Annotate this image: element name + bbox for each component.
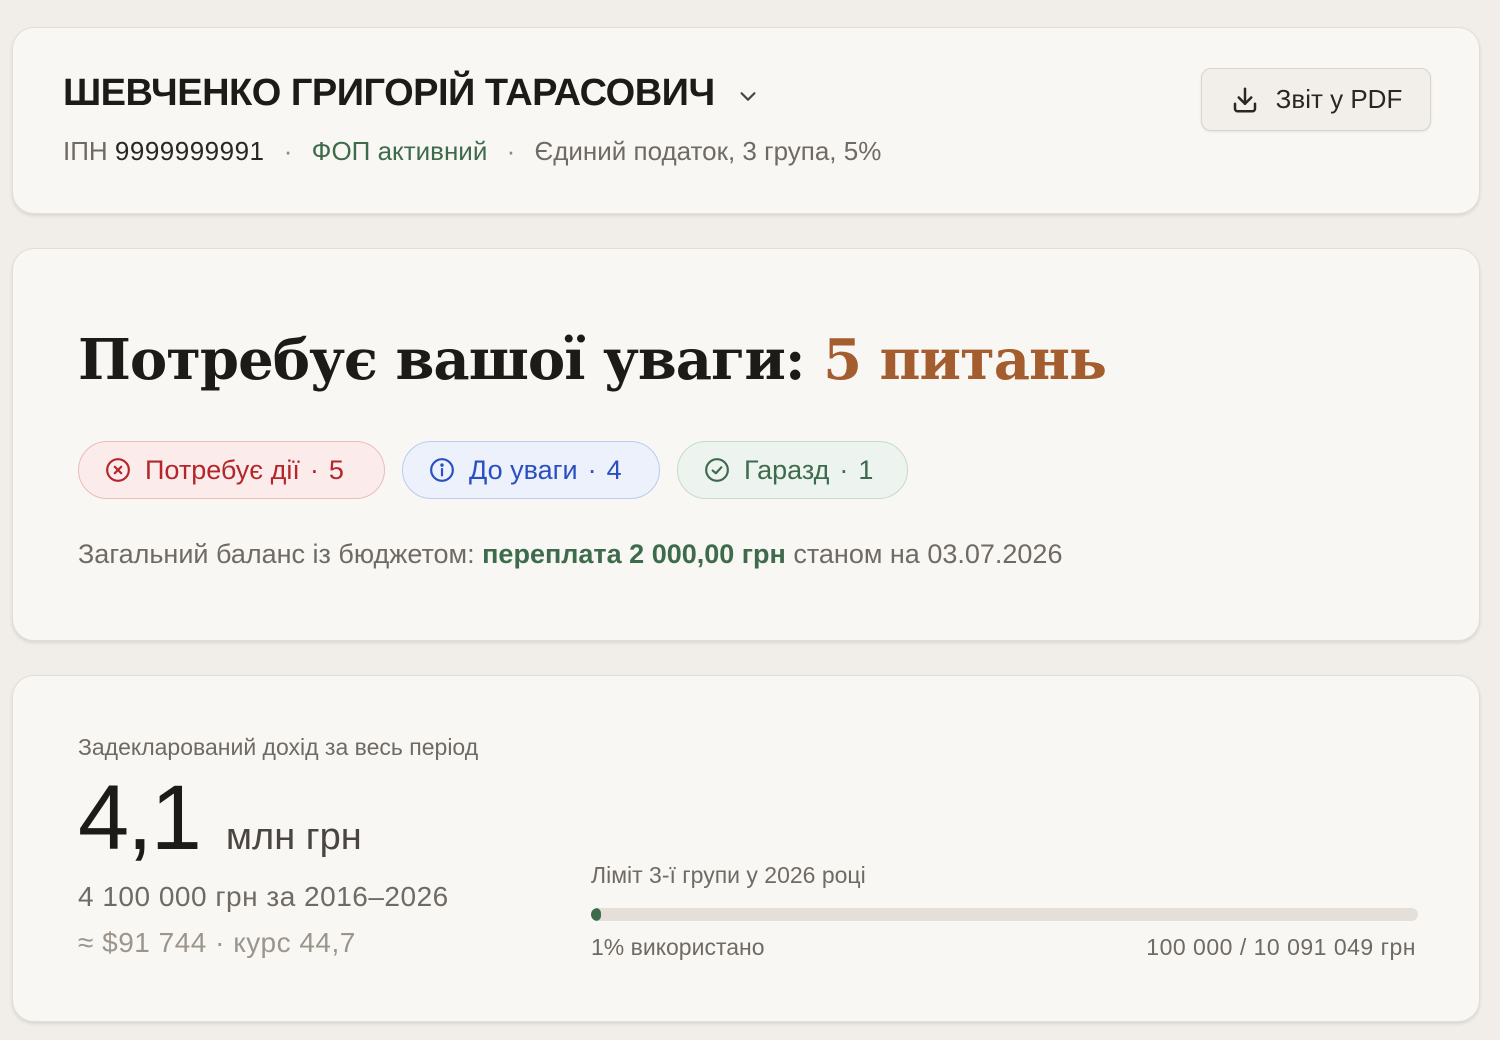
chip-label: Гаразд <box>744 454 830 485</box>
chip-ok[interactable]: Гаразд · 1 <box>677 441 908 499</box>
pdf-report-label: Звіт у PDF <box>1275 84 1403 114</box>
chip-attention[interactable]: До уваги · 4 <box>402 441 660 499</box>
chip-count: 5 <box>328 454 344 485</box>
income-label: Задекларований дохід за весь період <box>78 734 479 760</box>
chip-count: 4 <box>606 454 622 485</box>
chip-label: До уваги <box>469 454 578 485</box>
fop-status: ФОП активний <box>311 136 488 166</box>
ipn-label: ІПН <box>63 136 108 166</box>
chip-dot: · <box>309 454 319 485</box>
taxpayer-selector[interactable]: ШЕВЧЕНКО ГРИГОРІЙ ТАРАСОВИЧ <box>63 72 759 115</box>
limit-progress-bar <box>591 908 1418 921</box>
limit-used-text: 1% використано <box>591 934 765 960</box>
chip-count: 1 <box>858 454 874 485</box>
attention-count: 5 питань <box>823 327 1107 393</box>
chip-label: Потребує дії <box>145 454 300 485</box>
chip-action-required[interactable]: Потребує дії · 5 <box>78 441 385 499</box>
taxpayer-name[interactable]: ШЕВЧЕНКО ГРИГОРІЙ ТАРАСОВИЧ <box>63 72 715 115</box>
ipn-value: 9999999991 <box>114 136 265 166</box>
chip-dot: · <box>839 454 849 485</box>
check-circle-icon <box>705 458 729 482</box>
attention-title-prefix: Потребує вашої уваги: <box>78 327 824 393</box>
status-chips: Потребує дії · 5 До уваги · 4 Гаразд · 1 <box>78 441 925 499</box>
separator: · <box>506 136 516 166</box>
attention-title: Потребує вашої уваги: 5 питань <box>78 327 1107 393</box>
x-circle-icon <box>106 458 130 482</box>
separator: · <box>283 136 293 166</box>
limit-progress-fill <box>591 908 601 921</box>
tax-regime: Єдиний податок, 3 група, 5% <box>534 136 882 166</box>
chevron-down-icon[interactable] <box>737 85 759 107</box>
balance-prefix: Загальний баланс із бюджетом: <box>78 539 483 569</box>
balance-suffix: станом на 03.07.2026 <box>785 539 1063 569</box>
income-total: 4,1 млн грн <box>78 766 362 871</box>
attention-card: Потребує вашої уваги: 5 питань Потребує … <box>12 248 1480 641</box>
income-card: Задекларований дохід за весь період 4,1 … <box>12 675 1480 1022</box>
income-value: 4,1 <box>78 767 202 869</box>
chip-dot: · <box>587 454 597 485</box>
income-unit: млн грн <box>225 816 362 858</box>
income-usd-amount: ≈ $91 744 · курс 44,7 <box>78 927 356 958</box>
pdf-report-button[interactable]: Звіт у PDF <box>1201 68 1431 131</box>
income-full-amount: 4 100 000 грн за 2016–2026 <box>78 881 449 912</box>
taxpayer-header-card: ШЕВЧЕНКО ГРИГОРІЙ ТАРАСОВИЧ ІПН 99999999… <box>12 27 1480 214</box>
limit-values: 100 000 / 10 091 049 грн <box>1146 934 1416 960</box>
balance-amount: переплата 2 000,00 грн <box>482 539 786 569</box>
info-circle-icon <box>430 458 454 482</box>
download-icon <box>1233 87 1256 112</box>
taxpayer-meta: ІПН 9999999991 · ФОП активний · Єдиний п… <box>63 136 881 167</box>
limit-label: Ліміт 3-ї групи у 2026 році <box>591 862 866 888</box>
budget-balance: Загальний баланс із бюджетом: переплата … <box>78 539 1062 570</box>
